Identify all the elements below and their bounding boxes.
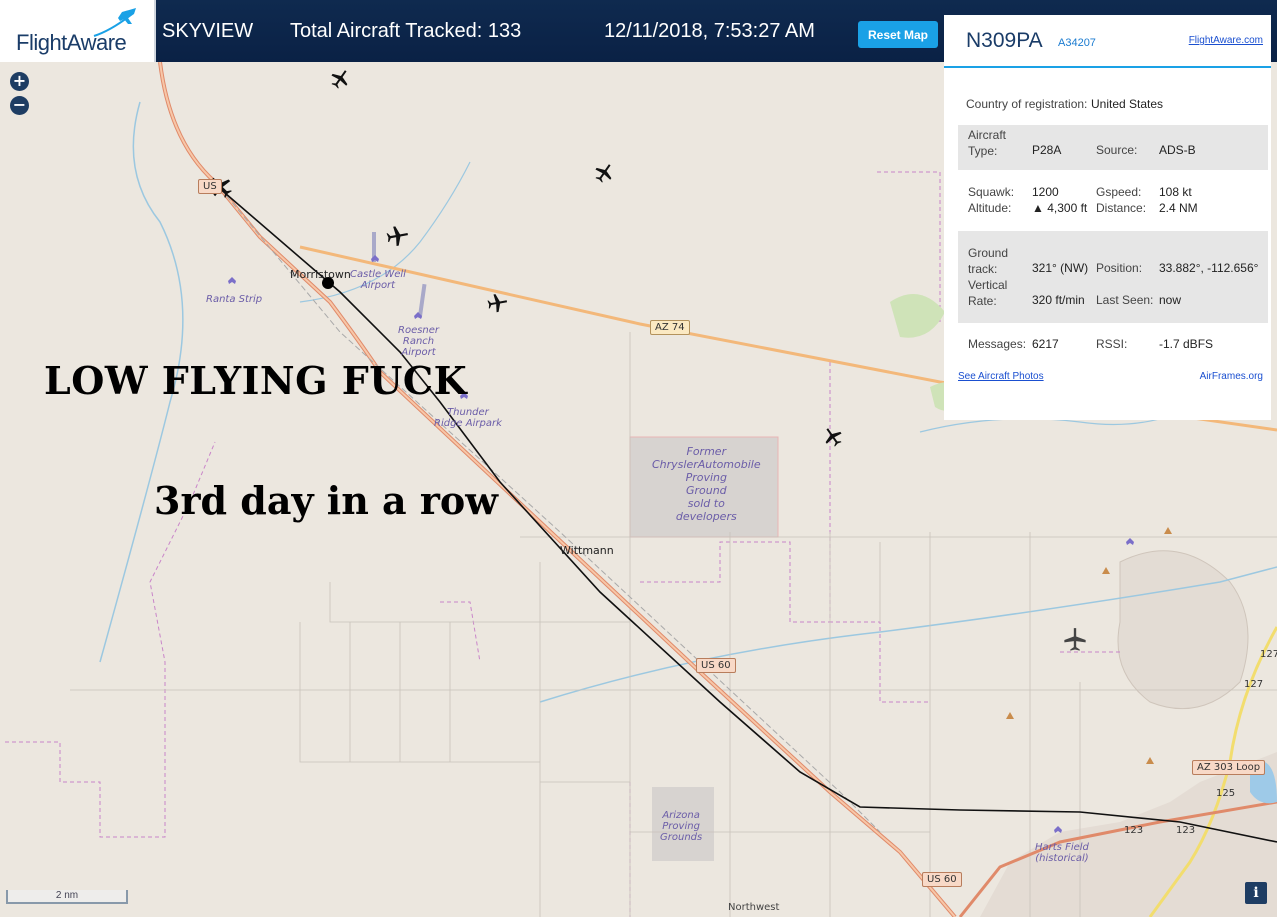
area-label-arizona-proving-grounds: Arizona Proving Grounds — [660, 810, 703, 843]
altitude-value: ▲ 4,300 ft — [1032, 201, 1088, 215]
airport-label-roesner: Roesner Ranch Airport — [398, 325, 440, 358]
messages-label: Messages: — [968, 337, 1027, 351]
aircraft-type-label: Aircraft Type: — [968, 128, 1007, 158]
source-label: Source: — [1096, 143, 1138, 157]
aircraft-icon[interactable] — [486, 292, 508, 314]
position-value: 33.882°, -112.656° — [1159, 261, 1259, 275]
town-label-wittmann: Wittmann — [560, 544, 614, 557]
reset-map-button[interactable]: Reset Map — [858, 21, 938, 48]
road-number-127: 127 — [1244, 679, 1264, 690]
airport-label-castle-well: Castle Well Airport — [350, 269, 406, 291]
country-value: United States — [1091, 97, 1164, 111]
road-shield-us60: US — [198, 179, 222, 194]
road-shield-az74: AZ 74 — [650, 320, 690, 335]
aircraft-icon[interactable] — [822, 426, 844, 448]
zoom-out-button[interactable]: − — [10, 96, 29, 115]
country-label: Country of registration: — [966, 97, 1088, 111]
rssi-value: -1.7 dBFS — [1159, 337, 1214, 351]
current-datetime: 12/11/2018, 7:53:27 AM — [604, 20, 815, 42]
track-position-row: Ground track: 321° (NW) Position: 33.882… — [958, 231, 1268, 323]
logo-text: FlightAware — [16, 30, 127, 55]
distance-value: 2.4 NM — [1159, 201, 1198, 215]
town-label-morristown: Morristown — [290, 268, 351, 281]
vertical-rate-value: 320 ft/min — [1032, 293, 1085, 307]
gspeed-value: 108 kt — [1159, 185, 1192, 199]
area-label-northwest: Northwest — [728, 902, 780, 913]
flight-identifier: N309PA — [966, 29, 1043, 52]
airport-label-thunder-ridge: Thunder Ridge Airpark — [434, 407, 502, 429]
squawk-altitude-row: Squawk: 1200 Gspeed: 108 kt Altitude: ▲ … — [958, 185, 1268, 221]
airport-label-harts-field: Harts Field (historical) — [1035, 842, 1089, 864]
overlay-caption-main: LOW FLYING FUCK — [44, 358, 468, 403]
ground-track-value: 321° (NW) — [1032, 261, 1089, 275]
altitude-label: Altitude: — [968, 201, 1012, 215]
squawk-label: Squawk: — [968, 185, 1015, 199]
ground-track-label: Ground track: — [968, 246, 1009, 276]
messages-row: Messages: 6217 RSSI: -1.7 dBFS — [958, 337, 1268, 355]
aircraft-icon[interactable] — [1062, 627, 1088, 653]
see-aircraft-photos-link[interactable]: See Aircraft Photos — [958, 371, 1044, 382]
aircraft-icon[interactable] — [329, 68, 351, 90]
vertical-rate-label: Vertical Rate: — [968, 278, 1008, 308]
map-scale-bar: 2 nm — [6, 890, 128, 904]
road-shield-az303: AZ 303 Loop — [1192, 760, 1266, 775]
last-seen-label: Last Seen: — [1096, 293, 1154, 307]
aircraft-type-row: Aircraft Type: P28A Source: ADS-B — [958, 125, 1268, 170]
road-number-127: 127 — [1260, 649, 1277, 660]
airframes-link[interactable]: AirFrames.org — [1200, 371, 1263, 382]
app-name: SKYVIEW — [162, 20, 254, 42]
overlay-caption-sub: 3rd day in a row — [154, 478, 498, 523]
messages-value: 6217 — [1032, 337, 1059, 351]
hex-code: A34207 — [1058, 37, 1096, 49]
aircraft-icon[interactable] — [385, 224, 409, 248]
info-button[interactable]: i — [1245, 882, 1267, 904]
road-number-125: 125 — [1216, 788, 1236, 799]
aircraft-type-value: P28A — [1032, 143, 1062, 157]
aircraft-tracked-count: Total Aircraft Tracked: 133 — [290, 20, 522, 42]
panel-header: N309PA A34207 FlightAware.com — [944, 15, 1271, 68]
flightaware-link[interactable]: FlightAware.com — [1189, 35, 1263, 46]
squawk-value: 1200 — [1032, 185, 1059, 199]
position-label: Position: — [1096, 261, 1143, 275]
country-row: Country of registration: United States — [958, 97, 1268, 115]
aircraft-info-panel: N309PA A34207 FlightAware.com Country of… — [944, 15, 1271, 420]
last-seen-value: now — [1159, 293, 1182, 307]
rssi-label: RSSI: — [1096, 337, 1128, 351]
road-shield-us60: US 60 — [696, 658, 736, 673]
road-number-123: 123 — [1124, 825, 1144, 836]
aircraft-icon[interactable] — [593, 162, 615, 184]
source-value: ADS-B — [1159, 143, 1196, 157]
area-label-chrysler: Former ChryslerAutomobile Proving Ground… — [652, 445, 761, 523]
road-number-123: 123 — [1176, 825, 1196, 836]
airport-label-ranta-strip: Ranta Strip — [206, 294, 263, 305]
road-shield-us60: US 60 — [922, 872, 962, 887]
distance-label: Distance: — [1096, 201, 1147, 215]
zoom-in-button[interactable]: + — [10, 72, 29, 91]
gspeed-label: Gspeed: — [1096, 185, 1142, 199]
flightaware-logo[interactable]: FlightAware — [0, 0, 156, 62]
